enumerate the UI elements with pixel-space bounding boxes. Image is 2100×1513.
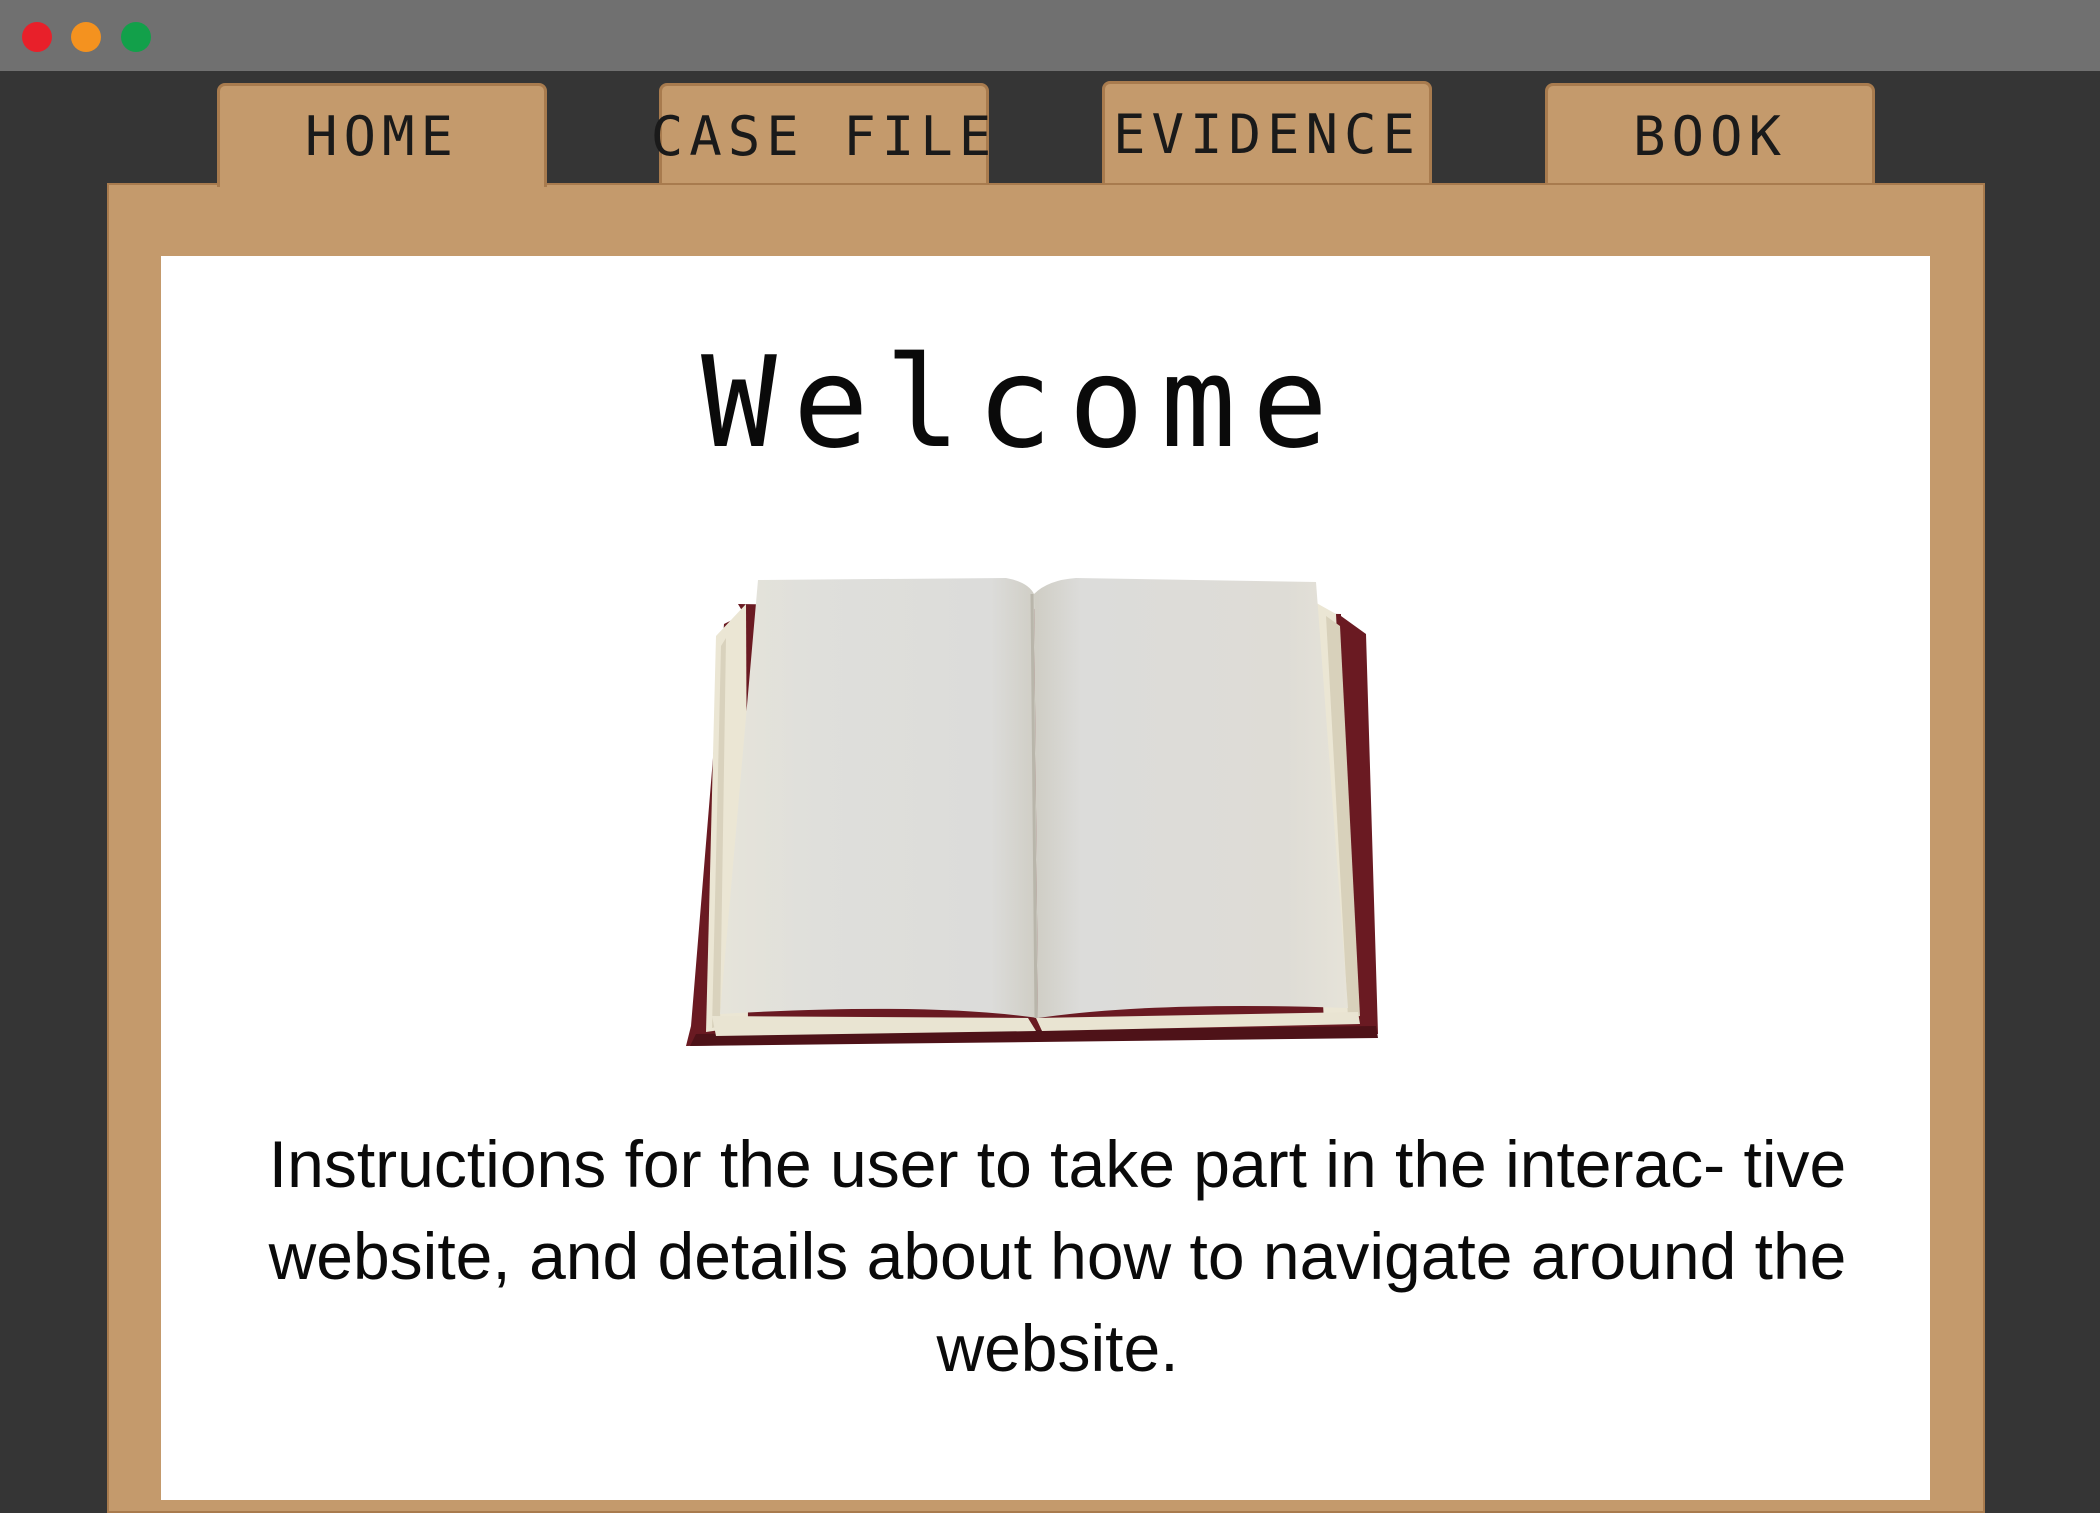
tab-book[interactable]: BOOK xyxy=(1545,83,1875,189)
open-book-image xyxy=(676,556,1401,1050)
page-title: Welcome xyxy=(700,329,1344,476)
window-titlebar xyxy=(0,0,2100,71)
tab-home-label: HOME xyxy=(304,105,460,168)
instructions-text: Instructions for the user to take part i… xyxy=(268,1127,1847,1385)
tab-evidence-label: EVIDENCE xyxy=(1112,102,1422,166)
maximize-window-button[interactable] xyxy=(121,22,151,52)
tab-case-file[interactable]: CASE FILE xyxy=(651,83,991,189)
minimize-window-button[interactable] xyxy=(71,22,101,52)
close-window-button[interactable] xyxy=(22,22,52,52)
tab-home[interactable]: HOME xyxy=(217,83,547,187)
tab-case-file-label: CASE FILE xyxy=(650,104,998,168)
tab-evidence[interactable]: EVIDENCE xyxy=(1102,81,1432,187)
tab-book-label: BOOK xyxy=(1632,104,1788,168)
